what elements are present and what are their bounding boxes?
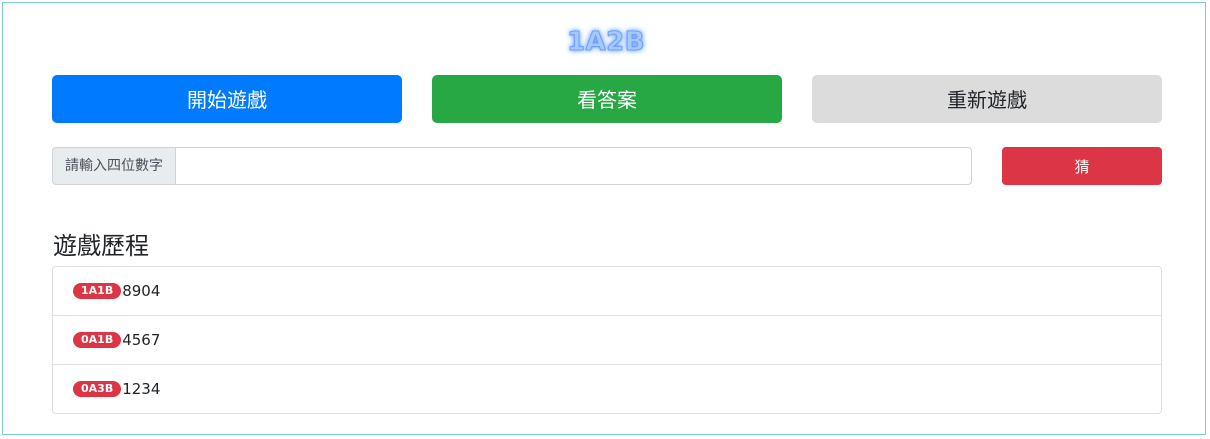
result-badge: 1A1B [73,283,122,299]
guess-input-group: 請輸入四位數字 [52,147,972,185]
guess-number: 8904 [122,282,161,300]
history-list: 1A1B 8904 0A1B 4567 0A3B 1234 [52,266,1162,414]
history-item: 0A1B 4567 [53,316,1161,365]
guess-number: 1234 [122,380,161,398]
history-heading: 遊戲歷程 [53,232,149,260]
guess-input-label: 請輸入四位數字 [52,147,175,185]
game-title: 1A2B [566,27,646,58]
app-frame: 1A2B 開始遊戲 看答案 重新遊戲 請輸入四位數字 猜 遊戲歷程 1A1B 8… [2,2,1206,435]
guess-button[interactable]: 猜 [1002,147,1162,185]
history-item: 0A3B 1234 [53,365,1161,413]
start-game-button[interactable]: 開始遊戲 [52,75,402,123]
result-badge: 0A1B [73,332,122,348]
history-item: 1A1B 8904 [53,267,1161,316]
result-badge: 0A3B [73,381,122,397]
guess-number: 4567 [122,331,161,349]
restart-game-button[interactable]: 重新遊戲 [812,75,1162,123]
show-answer-button[interactable]: 看答案 [432,75,782,123]
guess-input[interactable] [175,147,972,185]
